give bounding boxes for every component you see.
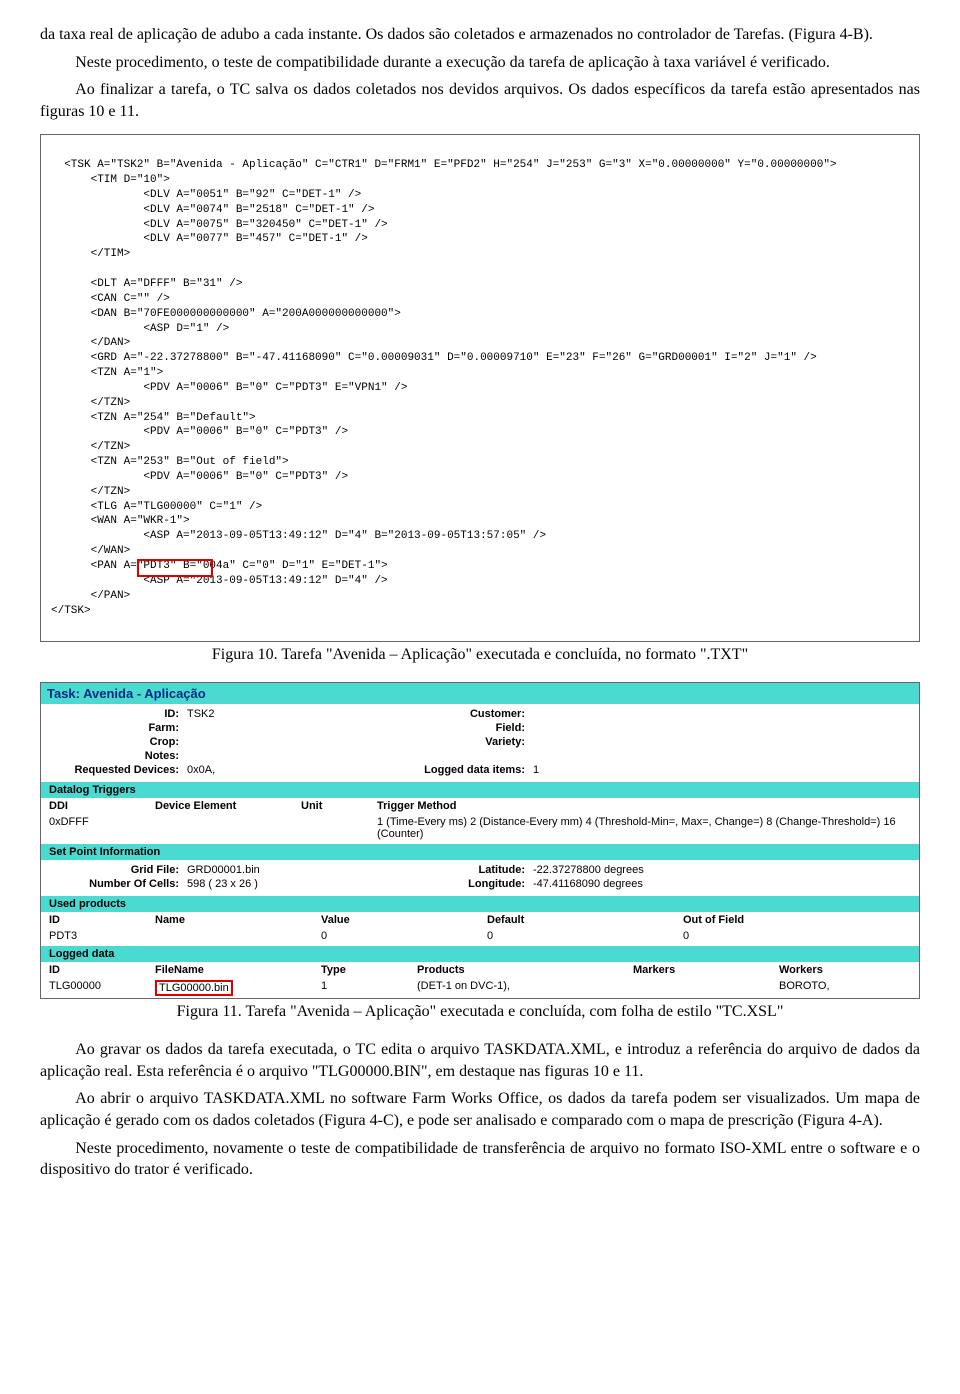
cell-de xyxy=(147,814,293,842)
para-2b-text: Ao abrir o arquivo TASKDATA.XML no softw… xyxy=(40,1090,920,1129)
usedproducts-table: ID Name Value Default Out of Field PDT3 … xyxy=(41,912,919,944)
hdr-ld-id: ID xyxy=(41,962,147,978)
lbl-lon: Longitude: xyxy=(395,878,525,890)
val-lon: -47.41168090 degrees xyxy=(533,878,911,890)
para-1c-text: Ao finalizar a tarefa, o TC salva os dad… xyxy=(40,81,920,120)
lbl-variety: Variety: xyxy=(395,736,525,748)
hdr-de: Device Element xyxy=(147,798,293,814)
table-row: TLG00000 TLG00000.bin 1 (DET-1 on DVC-1)… xyxy=(41,978,919,998)
lbl-crop: Crop: xyxy=(49,736,179,748)
para-1b: Neste procedimento, o teste de compatibi… xyxy=(40,52,920,74)
para-1a: da taxa real de aplicação de adubo a cad… xyxy=(40,24,920,46)
hdr-ld-wk: Workers xyxy=(771,962,919,978)
val-crop xyxy=(187,736,387,748)
cell-up-def: 0 xyxy=(479,928,675,944)
highlight-tlg-filename: TLG00000.bin xyxy=(155,980,233,996)
datalog-table: DDI Device Element Unit Trigger Method 0… xyxy=(41,798,919,842)
hdr-up-value: Value xyxy=(313,912,479,928)
hdr-ddi: DDI xyxy=(41,798,147,814)
setpoint-grid: Grid File: GRD00001.bin Latitude: -22.37… xyxy=(41,860,919,894)
cell-up-value: 0 xyxy=(313,928,479,944)
lbl-farm: Farm: xyxy=(49,722,179,734)
lbl-id: ID: xyxy=(49,708,179,720)
figure10-caption: Figura 10. Tarefa "Avenida – Aplicação" … xyxy=(40,646,920,664)
val-notes xyxy=(187,750,387,762)
task-panel: Task: Avenida - Aplicação ID: TSK2 Custo… xyxy=(40,682,920,999)
para-1c: Ao finalizar a tarefa, o TC salva os dad… xyxy=(40,79,920,122)
xml-code-block: <TSK A="TSK2" B="Avenida - Aplicação" C=… xyxy=(40,134,920,642)
para-2c-text: Neste procedimento, novamente o teste de… xyxy=(40,1140,920,1179)
lbl-customer: Customer: xyxy=(395,708,525,720)
para-2b: Ao abrir o arquivo TASKDATA.XML no softw… xyxy=(40,1088,920,1131)
val-field xyxy=(533,722,911,734)
section-datalog: Datalog Triggers xyxy=(41,782,919,798)
figure11-caption: Figura 11. Tarefa "Avenida – Aplicação" … xyxy=(40,1003,920,1021)
val-lat: -22.37278800 degrees xyxy=(533,864,911,876)
hdr-ld-prod: Products xyxy=(409,962,625,978)
cell-ddi: 0xDFFF xyxy=(41,814,147,842)
cell-ld-fn: TLG00000.bin xyxy=(147,978,313,998)
cell-ld-mk xyxy=(625,978,771,998)
lbl-logitems: Logged data items: xyxy=(395,764,525,776)
para-2a: Ao gravar os dados da tarefa executada, … xyxy=(40,1039,920,1082)
lbl-reqdev: Requested Devices: xyxy=(49,764,179,776)
hdr-up-name: Name xyxy=(147,912,313,928)
hdr-tm: Trigger Method xyxy=(369,798,919,814)
val-customer xyxy=(533,708,911,720)
lbl-numcells: Number Of Cells: xyxy=(49,878,179,890)
hdr-unit: Unit xyxy=(293,798,369,814)
hdr-up-oof: Out of Field xyxy=(675,912,919,928)
hdr-ld-fn: FileName xyxy=(147,962,313,978)
para-1b-text: Neste procedimento, o teste de compatibi… xyxy=(75,54,830,71)
val-reqdev: 0x0A, xyxy=(187,764,387,776)
table-row: PDT3 0 0 0 xyxy=(41,928,919,944)
para-2a-text: Ao gravar os dados da tarefa executada, … xyxy=(40,1041,920,1080)
cell-up-name xyxy=(147,928,313,944)
lbl-gridfile: Grid File: xyxy=(49,864,179,876)
section-setpoint: Set Point Information xyxy=(41,844,919,860)
table-row: 0xDFFF 1 (Time-Every ms) 2 (Distance-Eve… xyxy=(41,814,919,842)
panel-title: Task: Avenida - Aplicação xyxy=(41,683,919,704)
val-id: TSK2 xyxy=(187,708,387,720)
lbl-field: Field: xyxy=(395,722,525,734)
hdr-ld-mk: Markers xyxy=(625,962,771,978)
hdr-up-id: ID xyxy=(41,912,147,928)
val-gridfile: GRD00001.bin xyxy=(187,864,387,876)
loggeddata-table: ID FileName Type Products Markers Worker… xyxy=(41,962,919,998)
val-variety xyxy=(533,736,911,748)
section-usedproducts: Used products xyxy=(41,896,919,912)
cell-up-oof: 0 xyxy=(675,928,919,944)
hdr-up-def: Default xyxy=(479,912,675,928)
val-numcells: 598 ( 23 x 26 ) xyxy=(187,878,387,890)
lbl-lat: Latitude: xyxy=(395,864,525,876)
cell-up-id: PDT3 xyxy=(41,928,147,944)
cell-tm: 1 (Time-Every ms) 2 (Distance-Every mm) … xyxy=(369,814,919,842)
cell-ld-type: 1 xyxy=(313,978,409,998)
val-farm xyxy=(187,722,387,734)
xml-code-text: <TSK A="TSK2" B="Avenida - Aplicação" C=… xyxy=(51,159,837,616)
cell-ld-wk: BOROTO, xyxy=(771,978,919,998)
val-logitems: 1 xyxy=(533,764,911,776)
panel-header-grid: ID: TSK2 Customer: Farm: Field: Crop: Va… xyxy=(41,704,919,780)
cell-ld-id: TLG00000 xyxy=(41,978,147,998)
cell-ld-prod: (DET-1 on DVC-1), xyxy=(409,978,625,998)
lbl-notes: Notes: xyxy=(49,750,179,762)
section-loggeddata: Logged data xyxy=(41,946,919,962)
para-2c: Neste procedimento, novamente o teste de… xyxy=(40,1138,920,1181)
cell-unit xyxy=(293,814,369,842)
hdr-ld-type: Type xyxy=(313,962,409,978)
